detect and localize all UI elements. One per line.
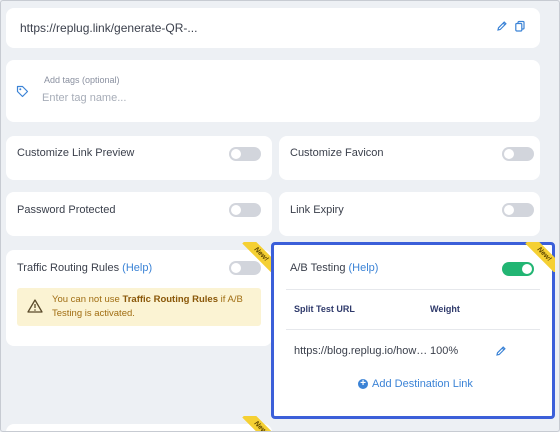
warning-bold-text: Traffic Routing Rules [122, 294, 218, 305]
url-actions [496, 20, 526, 32]
ab-testing-card: A/B Testing (Help) New! Split Test URL W… [271, 242, 555, 419]
add-destination-link-button[interactable]: + Add Destination Link [358, 378, 473, 390]
warning-text: You can not use Traffic Routing Rules if… [52, 294, 243, 319]
customize-favicon-toggle[interactable] [502, 147, 534, 161]
customize-link-preview-card: Customize Link Preview [6, 136, 272, 180]
warning-icon [27, 299, 43, 318]
new-badge-label: New! [525, 242, 555, 272]
tags-card: Add tags (optional) [6, 60, 540, 122]
new-badge: New! [525, 242, 555, 272]
column-header-split-test-url: Split Test URL [294, 304, 355, 314]
link-expiry-card: Link Expiry [279, 192, 540, 236]
add-destination-link-label: Add Destination Link [372, 378, 473, 390]
tag-name-input[interactable] [42, 90, 342, 106]
traffic-routing-title: Traffic Routing Rules (Help) [17, 262, 152, 274]
short-url-text: https://replug.link/generate-QR-... [20, 21, 198, 35]
toggle-knob [504, 149, 514, 159]
password-protected-card: Password Protected [6, 192, 272, 236]
edit-icon[interactable] [496, 20, 508, 32]
new-badge: New! [242, 416, 272, 432]
new-badge: New! [242, 242, 272, 272]
customize-favicon-card: Customize Favicon [279, 136, 540, 180]
customize-favicon-label: Customize Favicon [290, 147, 384, 159]
customize-link-preview-toggle[interactable] [229, 147, 261, 161]
short-url-card: https://replug.link/generate-QR-... [6, 8, 540, 48]
password-protected-toggle[interactable] [229, 203, 261, 217]
traffic-routing-card: Traffic Routing Rules (Help) New! You ca… [6, 242, 272, 346]
toggle-knob [231, 263, 241, 273]
toggle-knob [231, 205, 241, 215]
edit-icon[interactable] [495, 344, 507, 362]
toggle-knob [504, 205, 514, 215]
ab-testing-title: A/B Testing (Help) [290, 262, 378, 274]
plus-circle-icon: + [358, 379, 368, 389]
copy-icon[interactable] [514, 20, 526, 32]
split-test-url: https://blog.replug.io/how… [294, 345, 428, 357]
link-expiry-label: Link Expiry [290, 204, 344, 216]
traffic-routing-label: Traffic Routing Rules [17, 262, 120, 274]
password-protected-label: Password Protected [17, 204, 116, 216]
split-test-weight: 100% [430, 345, 459, 357]
new-badge-label: New! [242, 416, 272, 432]
link-expiry-toggle[interactable] [502, 203, 534, 217]
column-header-weight: Weight [430, 304, 460, 314]
divider [286, 289, 540, 290]
ab-testing-help-link[interactable]: (Help) [349, 262, 379, 274]
divider [286, 329, 540, 330]
traffic-routing-help-link[interactable]: (Help) [122, 262, 152, 274]
traffic-routing-warning: You can not use Traffic Routing Rules if… [17, 288, 261, 326]
toggle-knob [231, 149, 241, 159]
new-badge-label: New! [242, 242, 272, 272]
tag-icon [16, 85, 29, 103]
tags-label: Add tags (optional) [44, 75, 120, 85]
customize-link-preview-label: Customize Link Preview [17, 147, 135, 159]
next-option-card: New! [6, 416, 272, 432]
ab-testing-label: A/B Testing [290, 262, 346, 274]
